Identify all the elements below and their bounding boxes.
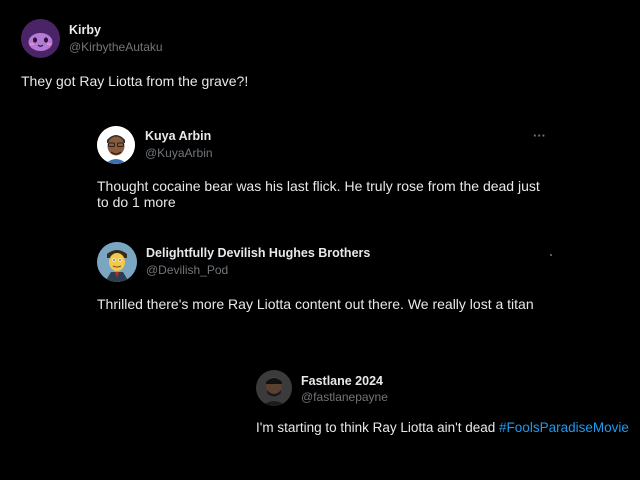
author-handle[interactable]: @KuyaArbin	[145, 146, 213, 160]
author-name[interactable]: Kuya Arbin	[145, 129, 211, 143]
post-text: I'm starting to think Ray Liotta ain't d…	[256, 419, 629, 436]
hashtag-link[interactable]: #FoolsParadiseMovie	[499, 420, 629, 435]
cartoon-avatar-icon[interactable]	[97, 242, 137, 282]
post-fastlane: Fastlane 2024 @fastlanepayne I'm startin…	[0, 360, 640, 480]
more-options-dot	[550, 254, 552, 256]
kirby-avatar-icon[interactable]	[21, 19, 60, 58]
post-kirby: Kirby @KirbytheAutaku They got Ray Liott…	[0, 0, 640, 100]
author-name[interactable]: Kirby	[69, 23, 101, 37]
post-text: Thrilled there's more Ray Liotta content…	[97, 296, 534, 312]
post-text-line-2: to do 1 more	[97, 194, 176, 210]
author-handle[interactable]: @Devilish_Pod	[146, 263, 228, 277]
photo-avatar-icon[interactable]	[256, 370, 292, 406]
memoji-avatar-icon[interactable]	[97, 126, 135, 164]
author-handle[interactable]: @KirbytheAutaku	[69, 40, 163, 54]
post-kuya-arbin: Kuya Arbin @KuyaArbin ··· Thought cocain…	[0, 120, 640, 230]
more-options-icon[interactable]: ···	[533, 129, 546, 142]
post-text-body: I'm starting to think Ray Liotta ain't d…	[256, 420, 500, 435]
author-name[interactable]: Fastlane 2024	[301, 374, 383, 388]
author-name[interactable]: Delightfully Devilish Hughes Brothers	[146, 246, 370, 260]
post-text-line-1: Thought cocaine bear was his last flick.…	[97, 178, 540, 194]
post-text: They got Ray Liotta from the grave?!	[21, 73, 249, 89]
author-handle[interactable]: @fastlanepayne	[301, 390, 388, 404]
post-devilish-pod: Delightfully Devilish Hughes Brothers @D…	[0, 240, 640, 320]
